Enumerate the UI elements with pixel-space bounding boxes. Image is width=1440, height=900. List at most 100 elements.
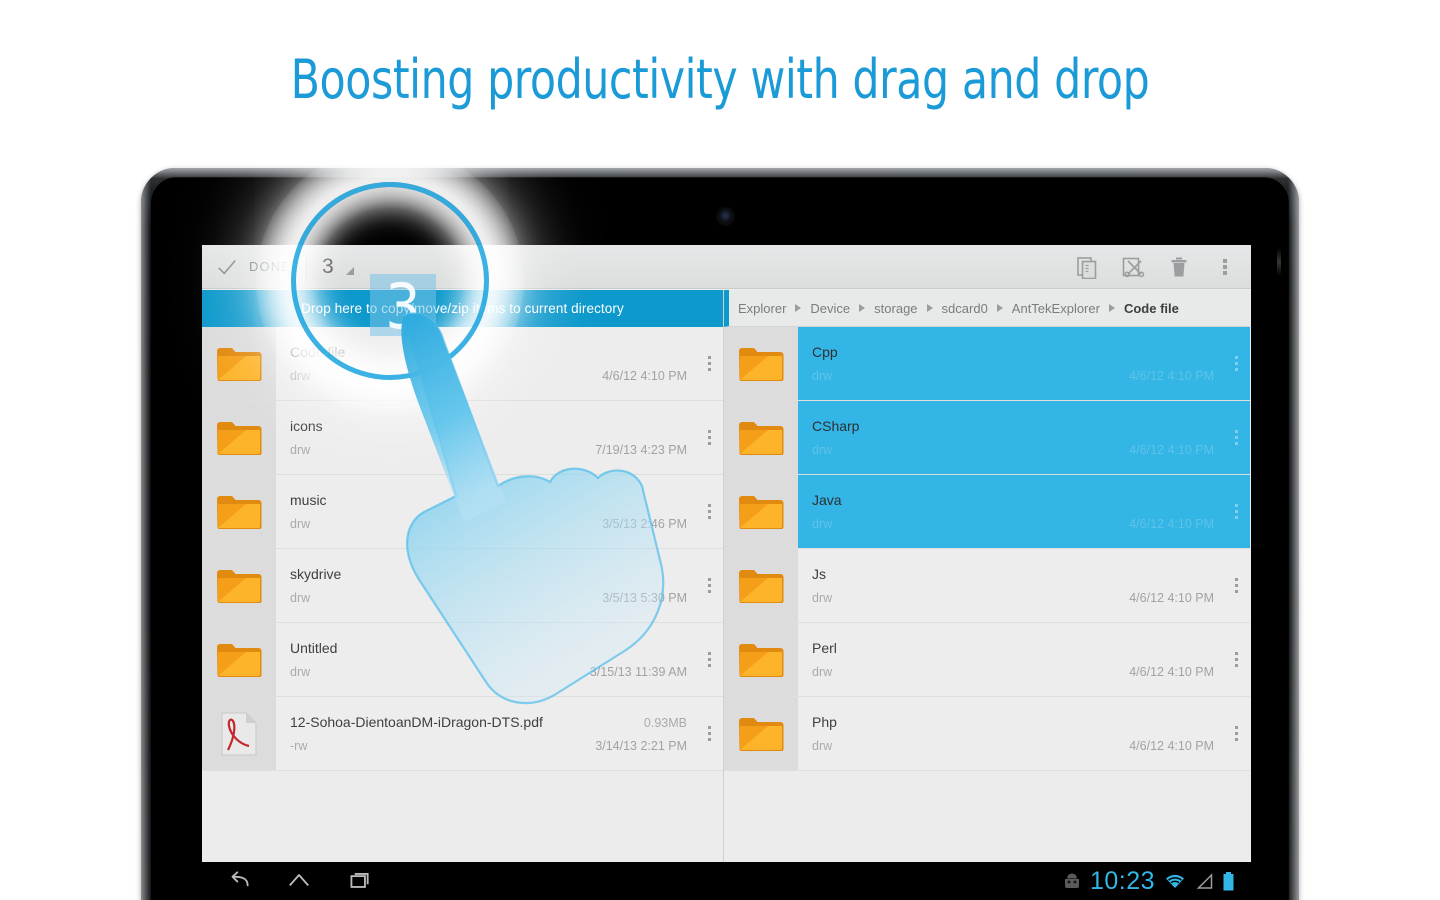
row-secondary-line: drw 4/6/12 4:10 PM <box>812 517 1240 531</box>
done-button[interactable]: DONE <box>202 256 291 278</box>
row-secondary-line: drw 4/6/12 4:10 PM <box>290 369 713 383</box>
row-content: CSharp drw 4/6/12 4:10 PM <box>798 401 1250 474</box>
breadcrumb-item[interactable]: Explorer <box>738 301 786 316</box>
row-primary-line: music <box>290 492 713 508</box>
file-date: 3/5/13 2:46 PM <box>602 517 687 531</box>
folder-icon <box>739 569 784 603</box>
row-content: Cpp drw 4/6/12 4:10 PM <box>798 327 1250 400</box>
home-icon[interactable] <box>286 868 312 894</box>
file-permissions: drw <box>290 443 311 457</box>
dropzone-bar[interactable]: Drop here to copy/move/zip items to curr… <box>202 290 723 327</box>
row-overflow-menu-icon[interactable] <box>1229 649 1243 671</box>
row-primary-line: Code file <box>290 344 713 360</box>
table-row[interactable]: icons drw 7/19/13 4:23 PM <box>202 401 723 475</box>
row-secondary-line: drw 4/6/12 4:10 PM <box>812 369 1240 383</box>
row-overflow-menu-icon[interactable] <box>702 353 716 375</box>
row-thumbnail <box>724 401 798 474</box>
row-overflow-menu-icon[interactable] <box>1229 501 1243 523</box>
breadcrumb-item[interactable]: Device <box>810 301 850 316</box>
table-row[interactable]: Code file drw 4/6/12 4:10 PM <box>202 327 723 401</box>
row-content: Code file drw 4/6/12 4:10 PM <box>276 327 723 400</box>
overflow-menu-icon[interactable] <box>1213 255 1237 279</box>
folder-icon <box>739 643 784 677</box>
chevron-right-icon <box>859 304 866 312</box>
file-permissions: drw <box>812 517 833 531</box>
row-primary-line: icons <box>290 418 713 434</box>
row-overflow-menu-icon[interactable] <box>702 501 716 523</box>
row-content: 12-Sohoa-DientoanDM-iDragon-DTS.pdf 0.93M… <box>276 697 723 770</box>
table-row[interactable]: Php drw 4/6/12 4:10 PM <box>724 697 1250 771</box>
folder-icon <box>217 347 262 381</box>
file-date: 7/19/13 4:23 PM <box>595 443 687 457</box>
breadcrumb-item[interactable]: storage <box>874 301 917 316</box>
row-secondary-line: drw 3/5/13 5:30 PM <box>290 591 713 605</box>
row-thumbnail <box>724 697 798 770</box>
row-overflow-menu-icon[interactable] <box>1229 575 1243 597</box>
file-date: 4/6/12 4:10 PM <box>1129 369 1214 383</box>
row-thumbnail <box>202 401 276 474</box>
dual-pane-container: Drop here to copy/move/zip items to curr… <box>202 290 1251 862</box>
table-row[interactable]: Java drw 4/6/12 4:10 PM <box>724 475 1250 549</box>
row-overflow-menu-icon[interactable] <box>702 649 716 671</box>
table-row[interactable]: skydrive drw 3/5/13 5:30 PM <box>202 549 723 623</box>
chevron-right-icon <box>1108 304 1115 312</box>
table-row[interactable]: Js drw 4/6/12 4:10 PM <box>724 549 1250 623</box>
folder-icon <box>739 347 784 381</box>
breadcrumb-item[interactable]: sdcard0 <box>942 301 988 316</box>
row-overflow-menu-icon[interactable] <box>702 427 716 449</box>
file-permissions: drw <box>290 369 311 383</box>
file-name: Code file <box>290 344 346 360</box>
file-name: Untitled <box>290 640 338 656</box>
status-clock: 10:23 <box>1089 866 1155 895</box>
breadcrumb-item[interactable]: Code file <box>1124 301 1179 316</box>
file-name: Js <box>812 566 826 582</box>
trash-icon[interactable] <box>1167 255 1191 279</box>
file-permissions: drw <box>812 443 833 457</box>
system-status-area[interactable]: 10:23 <box>1062 867 1251 896</box>
front-camera-icon <box>718 209 733 224</box>
battery-icon <box>1223 871 1234 890</box>
file-permissions: drw <box>290 517 311 531</box>
row-overflow-menu-icon[interactable] <box>1229 723 1243 745</box>
file-permissions: drw <box>812 369 833 383</box>
row-secondary-line: drw 4/6/12 4:10 PM <box>812 443 1240 457</box>
row-content: Perl drw 4/6/12 4:10 PM <box>798 623 1250 696</box>
row-secondary-line: drw 3/15/13 11:39 AM <box>290 665 713 679</box>
row-overflow-menu-icon[interactable] <box>1229 353 1243 375</box>
file-name: Php <box>812 714 837 730</box>
file-date: 3/14/13 2:21 PM <box>595 739 687 753</box>
folder-icon <box>217 569 262 603</box>
row-primary-line: Perl <box>812 640 1240 656</box>
table-row[interactable]: Untitled drw 3/15/13 11:39 AM <box>202 623 723 697</box>
chevron-right-icon <box>926 304 933 312</box>
table-row[interactable]: 12-Sohoa-DientoanDM-iDragon-DTS.pdf 0.93M… <box>202 697 723 771</box>
recents-icon[interactable] <box>346 868 372 894</box>
signal-icon <box>1196 872 1213 889</box>
file-date: 4/6/12 4:10 PM <box>602 369 687 383</box>
breadcrumb-item[interactable]: AntTekExplorer <box>1012 301 1100 316</box>
table-row[interactable]: Perl drw 4/6/12 4:10 PM <box>724 623 1250 697</box>
file-name: Cpp <box>812 344 838 360</box>
file-date: 4/6/12 4:10 PM <box>1129 443 1214 457</box>
row-thumbnail <box>202 549 276 622</box>
row-overflow-menu-icon[interactable] <box>702 723 716 745</box>
nav-buttons <box>202 868 372 894</box>
table-row[interactable]: music drw 3/5/13 2:46 PM <box>202 475 723 549</box>
row-overflow-menu-icon[interactable] <box>1229 427 1243 449</box>
row-overflow-menu-icon[interactable] <box>702 575 716 597</box>
left-file-list: Code file drw 4/6/12 4:10 PM icons drw 7/19/1… <box>202 327 723 771</box>
selected-count: 3 <box>321 254 334 278</box>
sort-caret-icon[interactable] <box>345 267 354 275</box>
cut-icon[interactable] <box>1121 255 1145 279</box>
table-row[interactable]: CSharp drw 4/6/12 4:10 PM <box>724 401 1250 475</box>
copy-icon[interactable] <box>1075 255 1099 279</box>
row-primary-line: skydrive <box>290 566 713 582</box>
file-permissions: drw <box>812 739 833 753</box>
bezel-side-mark <box>1277 248 1281 276</box>
android-robot-icon <box>1064 873 1079 888</box>
file-name: icons <box>290 418 323 434</box>
left-pane: Drop here to copy/move/zip items to curr… <box>202 290 724 862</box>
table-row[interactable]: Cpp drw 4/6/12 4:10 PM <box>724 327 1250 401</box>
back-arrow-icon[interactable] <box>226 868 252 894</box>
file-date: 4/6/12 4:10 PM <box>1129 517 1214 531</box>
